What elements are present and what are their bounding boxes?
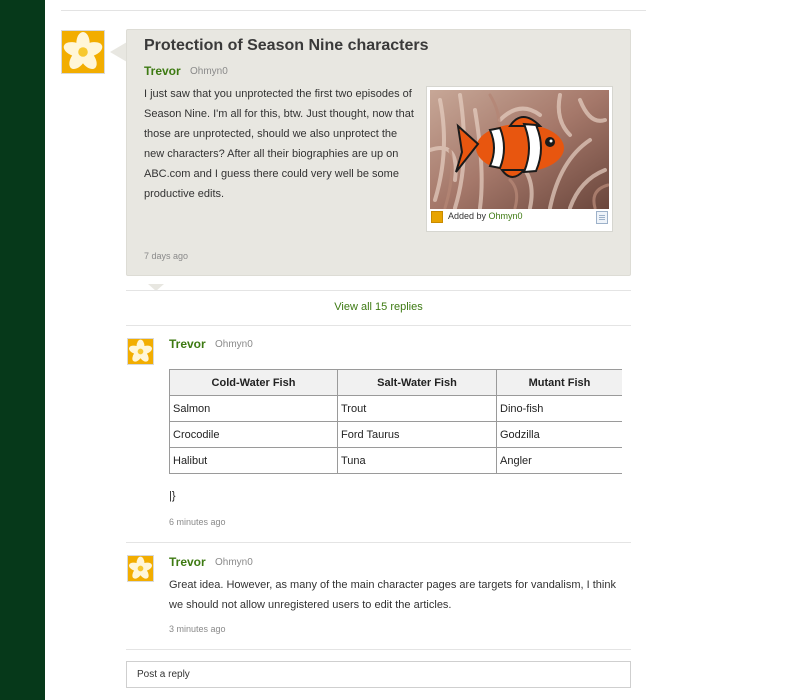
clownfish-image bbox=[430, 90, 609, 209]
left-sidebar-rail bbox=[0, 0, 45, 700]
divider bbox=[126, 542, 631, 543]
reply-author-handle[interactable]: Ohmyn0 bbox=[215, 557, 253, 568]
table-cell: Salmon bbox=[169, 395, 338, 422]
media-caption: Added by Ohmyn0 bbox=[448, 211, 523, 221]
added-by-label: Added by bbox=[448, 211, 487, 221]
table-header-cell: Salt-Water Fish bbox=[337, 369, 497, 396]
thread-timestamp: 7 days ago bbox=[144, 251, 189, 261]
reply-timestamp: 3 minutes ago bbox=[169, 624, 226, 634]
table-cell: Angler bbox=[496, 447, 622, 474]
reply-author-avatar[interactable] bbox=[127, 555, 154, 582]
plumeria-flower-icon bbox=[128, 339, 153, 364]
table-cell: Trout bbox=[337, 395, 497, 422]
uploader-avatar-icon[interactable] bbox=[431, 211, 443, 223]
thread-author-handle[interactable]: Ohmyn0 bbox=[190, 66, 228, 77]
reply-author-handle[interactable]: Ohmyn0 bbox=[215, 339, 253, 350]
table-cell: Dino-fish bbox=[496, 395, 622, 422]
table-cell: Crocodile bbox=[169, 421, 338, 448]
file-info-icon[interactable] bbox=[596, 211, 608, 224]
table-row: Crocodile Ford Taurus Godzilla bbox=[169, 421, 622, 448]
table-cell: Halibut bbox=[169, 447, 338, 474]
thread-body: I just saw that you unprotected the firs… bbox=[144, 88, 414, 200]
view-all-replies-link[interactable]: View all 15 replies bbox=[126, 301, 631, 313]
bubble-pointer bbox=[110, 42, 127, 62]
plumeria-flower-icon bbox=[128, 556, 153, 581]
reply-trailing-text: |} bbox=[169, 490, 176, 502]
plumeria-flower-icon bbox=[62, 31, 104, 73]
clownfish-photo[interactable] bbox=[430, 90, 609, 209]
top-divider bbox=[61, 10, 646, 11]
thread-author-name[interactable]: Trevor bbox=[144, 64, 181, 78]
table-row: Salmon Trout Dino-fish bbox=[169, 395, 622, 422]
table-cell: Godzilla bbox=[496, 421, 622, 448]
table-cell: Ford Taurus bbox=[337, 421, 497, 448]
table-header-row: Cold-Water Fish Salt-Water Fish Mutant F… bbox=[169, 369, 622, 396]
divider bbox=[126, 290, 631, 291]
post-reply-input[interactable] bbox=[126, 661, 631, 688]
divider bbox=[126, 649, 631, 650]
table-cell: Tuna bbox=[337, 447, 497, 474]
added-by-user-link[interactable]: Ohmyn0 bbox=[489, 211, 523, 221]
reply-timestamp: 6 minutes ago bbox=[169, 517, 226, 527]
thread-title: Protection of Season Nine characters bbox=[144, 37, 429, 54]
media-attachment[interactable]: Added by Ohmyn0 bbox=[426, 86, 613, 232]
thread-author-avatar[interactable] bbox=[61, 30, 105, 74]
table-header-cell: Mutant Fish bbox=[496, 369, 622, 396]
table-header-cell: Cold-Water Fish bbox=[169, 369, 338, 396]
table-row: Halibut Tuna Angler bbox=[169, 447, 622, 474]
reply-author-avatar[interactable] bbox=[127, 338, 154, 365]
fish-table: Cold-Water Fish Salt-Water Fish Mutant F… bbox=[169, 369, 622, 474]
reply-author-name[interactable]: Trevor bbox=[169, 337, 206, 351]
reply-author-name[interactable]: Trevor bbox=[169, 555, 206, 569]
divider bbox=[126, 325, 631, 326]
reply-body: Great idea. However, as many of the main… bbox=[169, 579, 616, 611]
